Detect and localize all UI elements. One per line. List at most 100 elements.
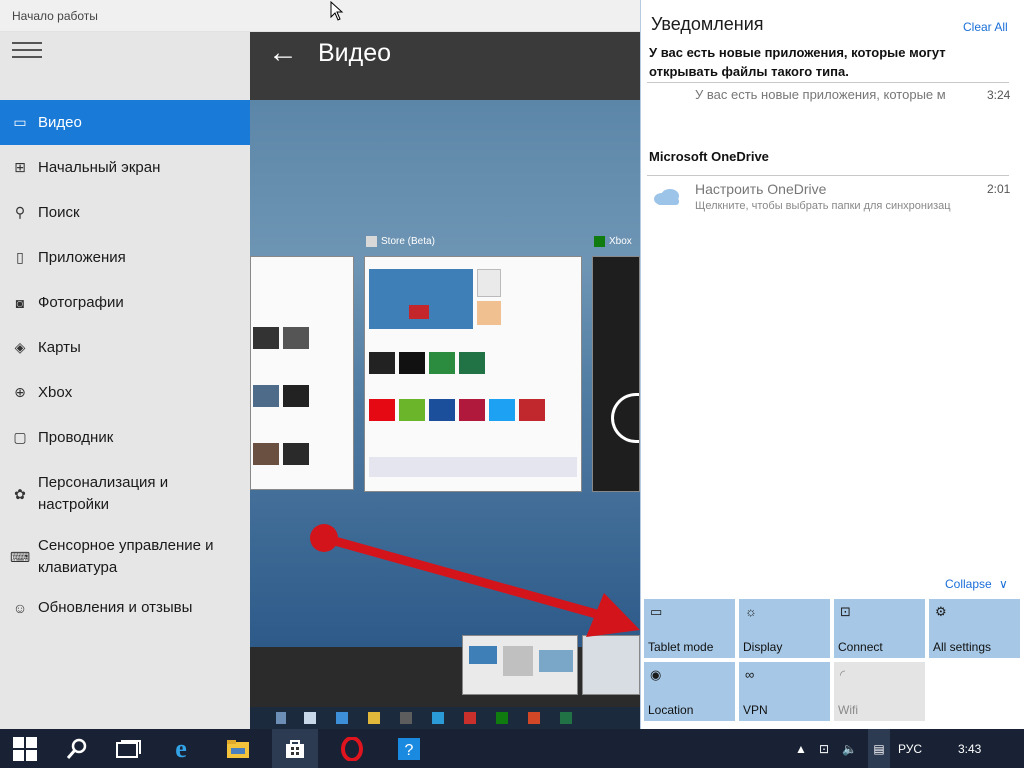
sidebar-item-video[interactable]: ▭ Видео bbox=[0, 100, 250, 145]
window-thumbnail-xbox[interactable] bbox=[592, 256, 640, 492]
collapse-button[interactable]: Collapse ∨ bbox=[945, 577, 1008, 591]
location-icon: ◉ bbox=[650, 667, 662, 682]
clear-all-link[interactable]: Clear All bbox=[963, 20, 1008, 34]
notification-group-header-onedrive: Microsoft OneDrive bbox=[649, 149, 769, 164]
file-explorer-button[interactable] bbox=[215, 729, 261, 768]
xbox-small-icon bbox=[496, 712, 508, 724]
network-tray-button[interactable]: ⊡ bbox=[819, 729, 829, 768]
opera-icon bbox=[341, 736, 363, 761]
sidebar-item-search[interactable]: ⚲ Поиск bbox=[0, 190, 250, 235]
quick-action-vpn[interactable]: ∞ VPN bbox=[739, 662, 830, 721]
search-button[interactable] bbox=[54, 729, 100, 768]
folder-icon bbox=[227, 739, 249, 758]
file-explorer-icon: ▢ bbox=[13, 429, 27, 445]
sidebar-item-photos[interactable]: ◙ Фотографии bbox=[0, 280, 250, 325]
settings-gear-icon: ⚙ bbox=[935, 604, 947, 619]
chevron-up-icon: ▲ bbox=[795, 741, 807, 756]
quick-action-all-settings[interactable]: ⚙ All settings bbox=[929, 599, 1020, 658]
start-button[interactable] bbox=[2, 729, 48, 768]
action-center-icon: ▤ bbox=[873, 741, 885, 756]
back-arrow-icon[interactable]: ← bbox=[268, 36, 298, 70]
window-title: Начало работы bbox=[12, 9, 98, 23]
window-titlebar[interactable]: Начало работы bbox=[0, 0, 640, 32]
sidebar: ▭ Видео ⊞ Начальный экран ⚲ Поиск ▯ Прил… bbox=[0, 32, 250, 729]
search-icon bbox=[66, 738, 87, 759]
xbox-caption-text: Xbox bbox=[609, 236, 632, 247]
task-view-button[interactable] bbox=[106, 729, 152, 768]
quick-action-label: Tablet mode bbox=[648, 640, 714, 654]
folder-icon bbox=[368, 712, 380, 724]
action-center-tray-button[interactable]: ▤ bbox=[868, 729, 890, 768]
video-seekbar-area bbox=[250, 635, 640, 707]
quick-action-tablet-mode[interactable]: ▭ Tablet mode bbox=[644, 599, 735, 658]
internet-explorer-button[interactable]: e bbox=[158, 729, 204, 768]
sidebar-item-xbox[interactable]: ⊕ Xbox bbox=[0, 370, 250, 415]
notification-time: 3:24 bbox=[987, 88, 1011, 102]
sidebar-item-feedback[interactable]: ☺ Обновления и отзывы bbox=[0, 585, 250, 630]
quick-action-connect[interactable]: ⊡ Connect bbox=[834, 599, 925, 658]
input-language-button[interactable]: РУС bbox=[898, 729, 922, 768]
sidebar-item-label: Поиск bbox=[38, 203, 80, 221]
chevron-down-icon: ∨ bbox=[999, 577, 1008, 591]
show-hidden-icons-button[interactable]: ▲ bbox=[795, 729, 807, 768]
get-started-button[interactable]: ? bbox=[386, 729, 432, 768]
sidebar-item-touch-keyboard[interactable]: ⌨ Сенсорное управление и клавиатура bbox=[0, 527, 250, 587]
quick-action-label: All settings bbox=[933, 640, 992, 654]
clock-time: 3:43 bbox=[958, 741, 982, 756]
xbox-icon: ⊕ bbox=[14, 384, 26, 400]
quick-action-label: Wifi bbox=[838, 703, 858, 717]
store-small-icon bbox=[400, 712, 412, 724]
internet-explorer-icon: e bbox=[175, 733, 187, 763]
connect-icon: ⊡ bbox=[840, 604, 851, 619]
sidebar-item-label: Персонализация и настройки bbox=[38, 474, 169, 513]
divider bbox=[647, 175, 1009, 176]
inner-preview-taskbar bbox=[250, 707, 640, 729]
screen: Начало работы ▭ Видео ⊞ Начальный экран … bbox=[0, 0, 1024, 768]
opera-button[interactable] bbox=[329, 729, 375, 768]
notification-item-onedrive[interactable]: Настроить OneDrive bbox=[695, 181, 985, 197]
sidebar-item-label: Xbox bbox=[38, 383, 73, 401]
taskbar: e ? ▲ ⊡ 🔈 ▤ РУС 3:43 bbox=[0, 729, 1024, 768]
page-title: Видео bbox=[318, 39, 392, 67]
collapse-label: Collapse bbox=[945, 577, 992, 591]
photos-small-icon bbox=[432, 712, 444, 724]
sidebar-item-personalization[interactable]: ✿ Персонализация и настройки bbox=[0, 464, 250, 524]
keyboard-icon: ⌨ bbox=[9, 548, 31, 565]
wifi-icon: ◜ bbox=[840, 667, 846, 682]
store-caption-text: Store (Beta) bbox=[381, 236, 435, 247]
hamburger-menu-icon[interactable] bbox=[12, 42, 44, 62]
office-small-icon bbox=[528, 712, 540, 724]
notification-time: 2:01 bbox=[987, 182, 1011, 196]
store-icon bbox=[366, 236, 377, 247]
mouse-cursor-icon bbox=[330, 1, 344, 21]
notification-item[interactable]: У вас есть новые приложения, которые м bbox=[695, 87, 985, 102]
quick-action-wifi[interactable]: ◜ Wifi bbox=[834, 662, 925, 721]
desktop-preview-thumbnail-2[interactable] bbox=[582, 635, 640, 695]
sidebar-item-maps[interactable]: ◈ Карты bbox=[0, 325, 250, 370]
quick-action-label: Display bbox=[743, 640, 783, 654]
window-thumbnail-music[interactable] bbox=[250, 256, 354, 490]
desktop-preview-thumbnail[interactable] bbox=[462, 635, 578, 695]
window-thumbnail-store[interactable] bbox=[364, 256, 582, 492]
feedback-icon: ☺ bbox=[12, 599, 28, 616]
quick-action-label: Connect bbox=[838, 640, 883, 654]
sidebar-item-apps[interactable]: ▯ Приложения bbox=[0, 235, 250, 280]
action-center: Уведомления Clear All У вас есть новые п… bbox=[640, 0, 1024, 729]
quick-action-display[interactable]: ☼ Display bbox=[739, 599, 830, 658]
play-circle-icon bbox=[611, 393, 639, 443]
sidebar-item-file-explorer[interactable]: ▢ Проводник bbox=[0, 415, 250, 460]
network-icon: ⊡ bbox=[819, 741, 830, 756]
store-thumbnail-caption: Store (Beta) bbox=[366, 236, 435, 247]
music-small-icon bbox=[464, 712, 476, 724]
store-button[interactable] bbox=[272, 729, 318, 768]
action-center-title: Уведомления bbox=[651, 14, 764, 34]
content-header: ← Видео bbox=[250, 32, 640, 100]
quick-action-location[interactable]: ◉ Location bbox=[644, 662, 735, 721]
sidebar-item-start-screen[interactable]: ⊞ Начальный экран bbox=[0, 145, 250, 190]
video-icon: ▭ bbox=[13, 114, 27, 130]
volume-tray-button[interactable]: 🔈 bbox=[842, 729, 857, 768]
clock-button[interactable]: 3:43 bbox=[958, 729, 981, 768]
sidebar-item-label: Обновления и отзывы bbox=[38, 598, 193, 616]
sidebar-item-label: Начальный экран bbox=[38, 158, 161, 176]
sidebar-item-label: Приложения bbox=[38, 248, 126, 266]
